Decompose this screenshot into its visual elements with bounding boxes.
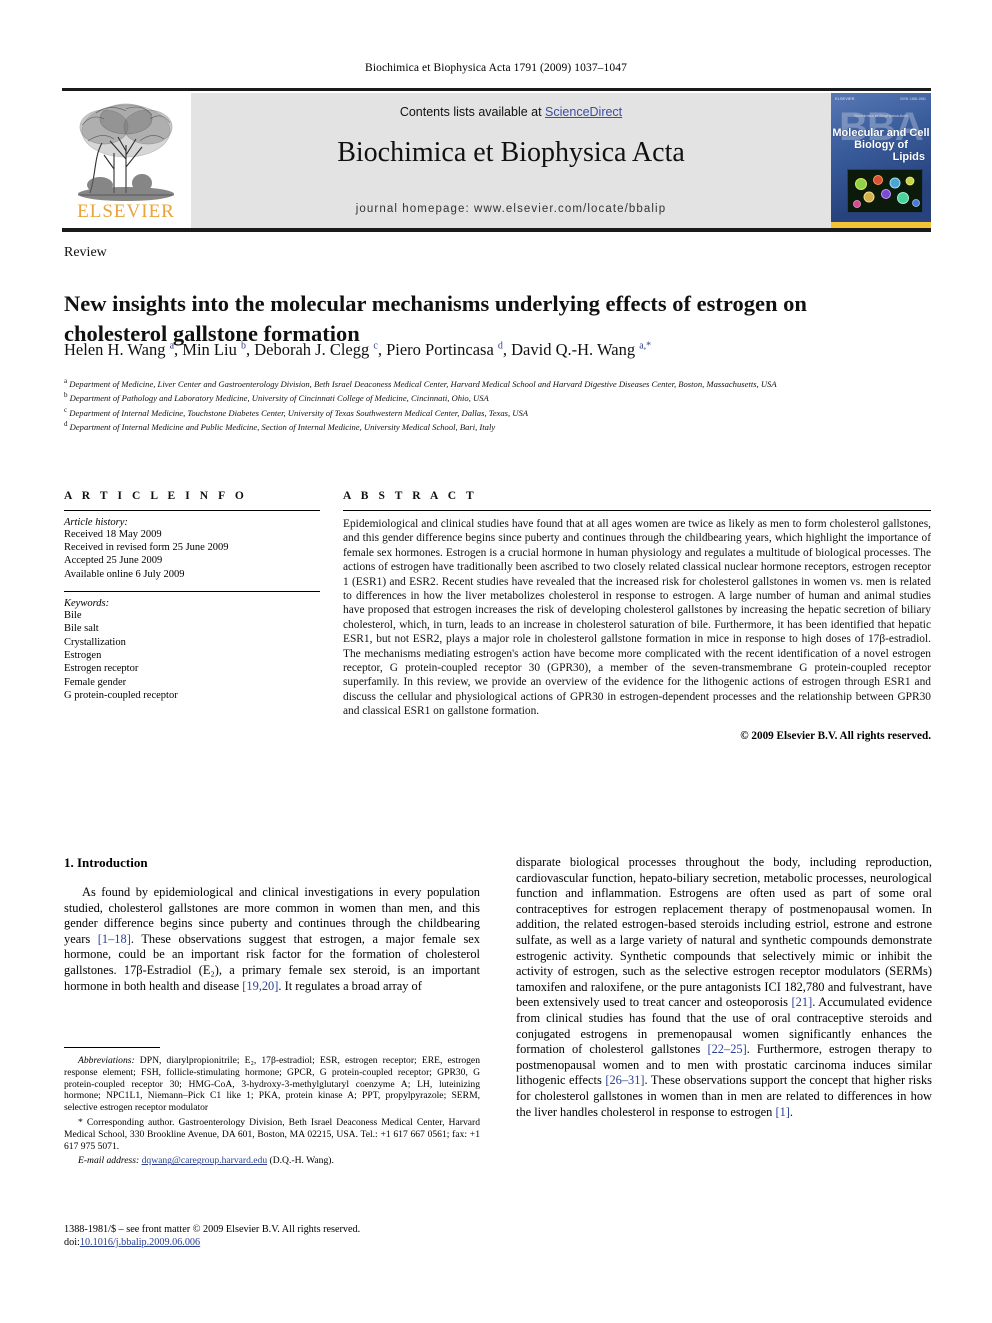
affiliation-marker: c	[64, 405, 68, 414]
citation-link[interactable]: [21]	[792, 995, 813, 1009]
cover-title-line1: Molecular and	[832, 127, 907, 139]
journal-article-page: Biochimica et Biophysica Acta 1791 (2009…	[0, 0, 992, 1323]
keyword-item: Estrogen receptor	[64, 663, 139, 675]
journal-masthead: ELSEVIER Contents lists available at Sci…	[62, 88, 931, 229]
citation-link[interactable]: [1]	[775, 1105, 789, 1119]
abbreviations-label: Abbreviations:	[78, 1055, 135, 1066]
footer-issn-doi: 1388-1981/$ – see front matter © 2009 El…	[64, 1223, 484, 1249]
keyword-item: G protein-coupled receptor	[64, 690, 178, 702]
keyword-item: Estrogen	[64, 650, 102, 662]
keyword-item: Female gender	[64, 676, 127, 688]
elsevier-tree-icon	[70, 97, 182, 205]
cover-title-line3: Lipids	[892, 151, 925, 163]
journal-cover-thumbnail[interactable]: ELSEVIER ISSN 1388-1981 BBA Biochimica e…	[831, 93, 931, 229]
elsevier-wordmark: ELSEVIER	[77, 201, 175, 222]
article-history-item: Received in revised form 25 June 2009	[64, 542, 229, 554]
author-email-link[interactable]: dqwang@caregroup.harvard.edu	[142, 1155, 268, 1166]
citation-link[interactable]: [1–18]	[98, 932, 131, 946]
keyword-item: Crystallization	[64, 636, 126, 648]
article-info-block: A R T I C L E I N F O Article history: R…	[64, 490, 320, 703]
sciencedirect-link[interactable]: ScienceDirect	[545, 105, 622, 119]
affiliation-marker: a	[64, 377, 68, 385]
elsevier-logo: ELSEVIER	[62, 93, 191, 229]
affiliation-item: d Department of Internal Medicine and Pu…	[64, 420, 496, 433]
affiliation-item: c Department of Internal Medicine, Touch…	[64, 405, 529, 418]
keyword-item: Bile salt	[64, 623, 99, 635]
journal-homepage-line[interactable]: journal homepage: www.elsevier.com/locat…	[191, 203, 831, 215]
abstract-text: Epidemiological and clinical studies hav…	[343, 518, 931, 718]
corresponding-author-footnote: * Corresponding author. Gastroenterology…	[64, 1116, 480, 1152]
body-column-left: 1. Introduction As found by epidemiologi…	[64, 855, 480, 994]
article-history-item: Available online 6 July 2009	[64, 568, 185, 580]
affiliation-marker: d	[64, 420, 68, 429]
body-column-right: disparate biological processes throughou…	[516, 855, 932, 1120]
author-list: Helen H. Wang a, Min Liu b, Deborah J. C…	[64, 340, 652, 359]
contents-available-line: Contents lists available at ScienceDirec…	[191, 105, 831, 119]
journal-band: Contents lists available at ScienceDirec…	[191, 93, 831, 229]
cover-micrograph-svg	[848, 170, 922, 212]
masthead-bottom-rule	[62, 228, 931, 232]
issn-line: 1388-1981/$ – see front matter © 2009 El…	[64, 1224, 361, 1235]
footnote-divider	[64, 1047, 160, 1048]
running-head: Biochimica et Biophysica Acta 1791 (2009…	[365, 62, 627, 74]
email-label: E-mail address:	[78, 1155, 140, 1167]
citation-link[interactable]: [22–25]	[707, 1042, 746, 1056]
footnote-block: Abbreviations: DPN, diarylpropionitrile;…	[64, 1055, 480, 1170]
citation-link[interactable]: [19,20]	[242, 979, 278, 993]
doi-link[interactable]: 10.1016/j.bbalip.2009.06.006	[80, 1237, 200, 1248]
cover-title: Molecular and Cell Biology of Lipids	[831, 127, 931, 163]
email-footnote: E-mail address: dqwang@caregroup.harvard…	[78, 1155, 334, 1167]
keywords-divider	[64, 590, 320, 592]
article-history-item: Received 18 May 2009	[64, 529, 162, 540]
abstract-divider	[343, 510, 931, 511]
cover-micrograph	[847, 169, 923, 213]
keywords-label: Keywords:	[64, 597, 110, 609]
cover-issn-label: ISSN 1388-1981	[900, 97, 926, 101]
affiliation-item: b Department of Pathology and Laboratory…	[64, 391, 489, 404]
cover-series-label: Biochimica et Biophysica Acta	[854, 113, 908, 118]
article-info-divider	[64, 510, 320, 511]
contents-prefix: Contents lists available at	[399, 105, 546, 119]
citation-link[interactable]: [26–31]	[605, 1073, 644, 1087]
abstract-copyright: © 2009 Elsevier B.V. All rights reserved…	[740, 729, 931, 742]
affiliation-item: a Department of Medicine, Liver Center a…	[64, 377, 777, 389]
article-type: Review	[64, 245, 107, 260]
masthead-top-rule	[62, 88, 931, 91]
doi-line: doi:10.1016/j.bbalip.2009.06.006	[64, 1237, 201, 1248]
section-heading-introduction: 1. Introduction	[64, 855, 148, 870]
journal-title: Biochimica et Biophysica Acta	[337, 137, 685, 168]
abbreviations-footnote: Abbreviations: DPN, diarylpropionitrile;…	[64, 1055, 480, 1114]
keyword-item: Bile	[64, 609, 82, 621]
article-info-heading: A R T I C L E I N F O	[64, 490, 248, 502]
article-history-list: Received 18 May 2009 Received in revised …	[64, 528, 320, 581]
affiliation-marker: b	[64, 391, 68, 400]
article-history-label: Article history:	[64, 517, 128, 528]
affiliation-list: a Department of Medicine, Liver Center a…	[64, 376, 904, 434]
abstract-block: A B S T R A C T Epidemiological and clin…	[343, 490, 931, 742]
cover-publisher-label: ELSEVIER	[835, 96, 855, 101]
keyword-list: Bile Bile salt Crystallization Estrogen Estr…	[64, 609, 320, 703]
article-history-item: Accepted 25 June 2009	[64, 555, 163, 567]
intro-paragraph-left: As found by epidemiological and clinical…	[64, 885, 480, 993]
intro-paragraph-right: disparate biological processes throughou…	[516, 855, 932, 1119]
abstract-heading: A B S T R A C T	[343, 490, 478, 502]
